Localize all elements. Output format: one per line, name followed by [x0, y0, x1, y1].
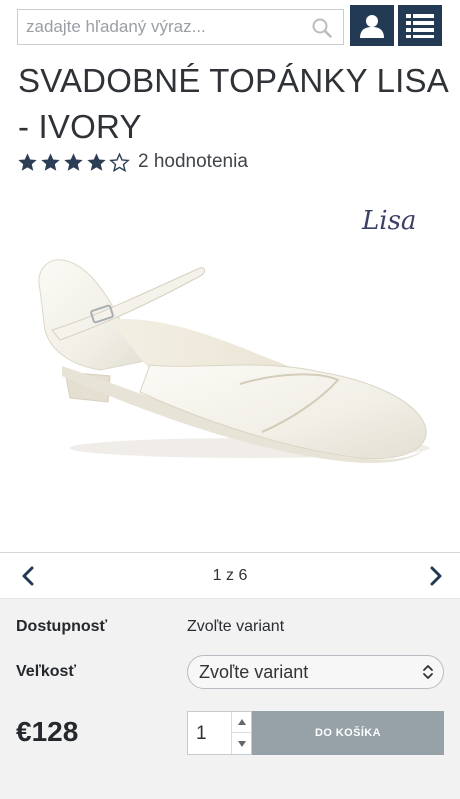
product-title: SVADOBNÉ TOPÁNKY LISA - IVORY: [18, 62, 448, 145]
search-input[interactable]: [18, 10, 308, 44]
gallery-navigation: 1 z 6: [0, 552, 460, 598]
menu-button[interactable]: [398, 5, 442, 46]
size-select-value: Zvoľte variant: [199, 662, 309, 682]
product-price: €128: [16, 716, 79, 747]
rating-count[interactable]: 2 hodnotenia: [138, 151, 248, 173]
star-filled-icon: [87, 152, 106, 171]
account-button[interactable]: [350, 5, 394, 46]
quantity-decrease-button[interactable]: [231, 733, 251, 754]
search-box[interactable]: [17, 9, 344, 45]
star-filled-icon: [41, 152, 60, 171]
triangle-down-icon: [237, 740, 246, 747]
size-select[interactable]: Zvoľte variant: [187, 655, 444, 689]
image-counter: 1 z 6: [212, 567, 248, 584]
quantity-stepper[interactable]: 1: [187, 711, 252, 755]
add-to-cart-button[interactable]: DO KOŠÍKA: [252, 711, 444, 755]
availability-value: Zvoľte variant: [187, 618, 285, 635]
search-icon[interactable]: [311, 17, 333, 39]
product-rating[interactable]: 2 hodnotenia: [17, 150, 248, 174]
quantity-increase-button[interactable]: [231, 712, 251, 733]
star-filled-icon: [18, 152, 37, 171]
quantity-value[interactable]: 1: [196, 723, 207, 745]
list-menu-icon: [406, 13, 434, 38]
star-filled-icon: [64, 152, 83, 171]
star-empty-icon: [109, 151, 130, 172]
triangle-up-icon: [237, 719, 246, 725]
size-label: Veľkosť: [16, 663, 77, 680]
select-arrows-icon: [423, 665, 433, 679]
availability-label: Dostupnosť: [16, 618, 108, 635]
user-icon: [360, 14, 384, 38]
chevron-right-icon[interactable]: [424, 565, 446, 587]
brand-logo: Lisa: [362, 206, 417, 236]
